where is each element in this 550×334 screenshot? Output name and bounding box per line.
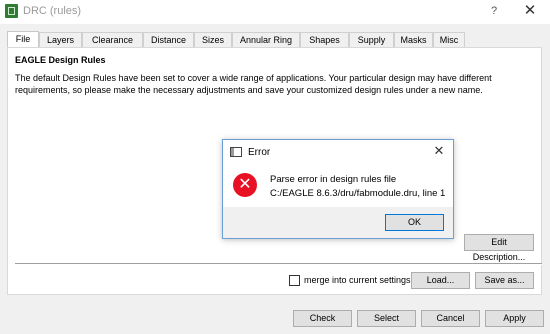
tab-supply[interactable]: Supply	[349, 32, 394, 47]
tab-annular-ring[interactable]: Annular Ring	[232, 32, 300, 47]
check-button[interactable]: Check	[293, 310, 352, 327]
tab-file[interactable]: File	[7, 31, 39, 47]
window-close-button[interactable]: ✕	[521, 2, 539, 20]
tab-distance[interactable]: Distance	[143, 32, 194, 47]
select-button[interactable]: Select	[357, 310, 416, 327]
dialog-window-icon	[230, 147, 242, 157]
title-bar: DRC (rules) ? ✕	[0, 0, 550, 24]
dialog-title: Error	[248, 147, 271, 158]
error-message-line2: C:/EAGLE 8.6.3/dru/fabmodule.dru, line 1	[270, 188, 446, 199]
page-description: The default Design Rules have been set t…	[15, 73, 492, 95]
load-button[interactable]: Load...	[411, 272, 470, 289]
window-title: DRC (rules)	[23, 5, 82, 17]
tab-shapes[interactable]: Shapes	[300, 32, 349, 47]
merge-checkbox-label: merge into current settings	[304, 275, 411, 285]
page-title: EAGLE Design Rules	[15, 55, 106, 65]
error-x-icon: ✕	[233, 173, 257, 197]
cancel-button[interactable]: Cancel	[421, 310, 480, 327]
divider	[15, 263, 542, 265]
dialog-close-button[interactable]: ✕	[431, 142, 447, 160]
merge-checkbox[interactable]	[289, 275, 300, 286]
help-button[interactable]: ?	[485, 2, 503, 20]
edit-description-button[interactable]: Edit Description...	[464, 234, 534, 262]
tab-masks[interactable]: Masks	[394, 32, 433, 47]
ok-button[interactable]: OK	[385, 214, 444, 231]
tab-layers[interactable]: Layers	[39, 32, 82, 47]
tab-misc[interactable]: Misc	[433, 32, 465, 47]
app-icon	[5, 4, 18, 18]
error-message: Parse error in design rules file C:/EAGL…	[270, 173, 445, 201]
error-dialog: Error ✕ ✕ Parse error in design rules fi…	[222, 139, 454, 239]
tab-sizes[interactable]: Sizes	[194, 32, 232, 47]
tab-clearance[interactable]: Clearance	[82, 32, 143, 47]
error-message-line1: Parse error in design rules file	[270, 174, 397, 185]
dialog-footer: OK	[223, 207, 453, 238]
apply-button[interactable]: Apply	[485, 310, 544, 327]
save-as-button[interactable]: Save as...	[475, 272, 534, 289]
